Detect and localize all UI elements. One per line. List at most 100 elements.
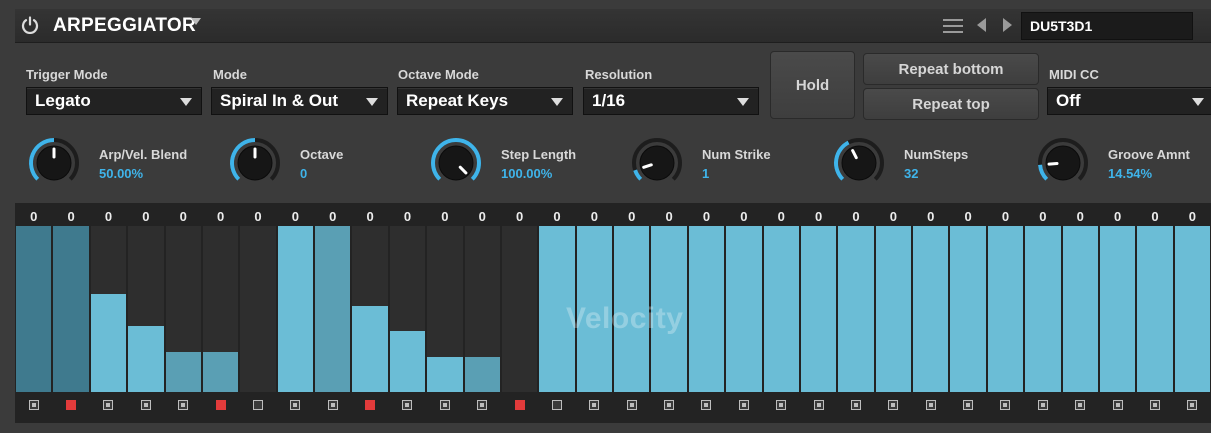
next-arrow-icon[interactable] (1003, 18, 1012, 32)
step-value: 0 (104, 209, 113, 224)
repeat-top-button[interactable]: Repeat top (863, 88, 1039, 120)
octave-mode-dropdown[interactable]: Repeat Keys (397, 87, 573, 115)
trigger-mode-dropdown[interactable]: Legato (26, 87, 202, 115)
velocity-step[interactable] (202, 226, 239, 392)
step-value: 0 (777, 209, 785, 224)
knob-numstrike[interactable] (631, 137, 683, 189)
step-gate-toggle[interactable] (1037, 400, 1048, 410)
step-gate-toggle[interactable] (439, 400, 450, 410)
step-gate-toggle[interactable] (140, 400, 151, 410)
velocity-step[interactable] (389, 226, 426, 392)
step-value: 0 (329, 209, 337, 224)
mode-value: Spiral In & Out (220, 91, 339, 110)
velocity-bar (352, 306, 388, 392)
knob-arpvel[interactable] (28, 137, 80, 189)
step-gate-toggle[interactable] (402, 400, 413, 410)
velocity-step[interactable] (240, 226, 276, 392)
step-gate-toggle[interactable] (888, 400, 899, 410)
step-gate-toggle[interactable] (925, 400, 936, 410)
step-gate-toggle[interactable] (215, 400, 226, 410)
step-gate-toggle[interactable] (1149, 400, 1160, 410)
step-gate-toggle[interactable] (477, 400, 488, 410)
step-value: 0 (1076, 209, 1084, 224)
velocity-step[interactable] (1062, 226, 1098, 392)
step-gate-toggle[interactable] (551, 400, 562, 410)
octave-mode-label: Octave Mode (398, 67, 479, 82)
step-value: 0 (553, 209, 561, 224)
velocity-bar (1099, 226, 1136, 392)
velocity-step[interactable] (800, 226, 837, 392)
step-value: 0 (852, 209, 860, 224)
velocity-step[interactable] (277, 226, 313, 392)
step-gate-toggle[interactable] (850, 400, 861, 410)
knob-groove[interactable] (1037, 137, 1089, 189)
velocity-step[interactable] (688, 226, 725, 392)
step-gate-toggle[interactable] (626, 400, 637, 410)
velocity-step[interactable] (315, 226, 351, 392)
velocity-step[interactable] (352, 226, 388, 392)
knob-numsteps[interactable] (833, 137, 885, 189)
hold-button[interactable]: Hold (770, 51, 855, 119)
mode-dropdown[interactable]: Spiral In & Out (211, 87, 388, 115)
velocity-step[interactable] (726, 226, 762, 392)
velocity-step[interactable] (875, 226, 911, 392)
preset-selector[interactable]: DU5T3D1 (1021, 12, 1193, 40)
resolution-value: 1/16 (592, 91, 626, 110)
velocity-step[interactable] (128, 226, 164, 392)
resolution-dropdown[interactable]: 1/16 (583, 87, 759, 115)
midi-cc-dropdown[interactable]: Off (1047, 87, 1211, 115)
step-value: 0 (1151, 209, 1159, 224)
velocity-step[interactable] (1174, 226, 1210, 392)
step-gate-toggle[interactable] (514, 400, 525, 410)
step-value: 0 (30, 209, 38, 224)
chevron-down-icon[interactable] (191, 18, 201, 25)
velocity-step[interactable] (838, 226, 874, 392)
step-gate-toggle[interactable] (664, 400, 675, 410)
step-gate-toggle[interactable] (963, 400, 974, 410)
knob-octave[interactable] (229, 137, 281, 189)
velocity-step[interactable] (950, 226, 986, 392)
step-gate-toggle[interactable] (1075, 400, 1086, 410)
step-gate-toggle[interactable] (103, 400, 114, 410)
step-gate-toggle[interactable] (1187, 400, 1198, 410)
velocity-step[interactable] (427, 226, 463, 392)
step-gate-toggle[interactable] (589, 400, 600, 410)
knob-steplen[interactable] (430, 137, 482, 189)
velocity-bar (913, 226, 949, 392)
step-gate-toggle[interactable] (365, 400, 376, 410)
power-icon[interactable] (21, 16, 39, 34)
velocity-bar (128, 326, 164, 392)
step-gate-toggle[interactable] (1000, 400, 1011, 410)
step-value: 0 (142, 209, 150, 224)
velocity-step[interactable] (53, 226, 89, 392)
velocity-step[interactable] (763, 226, 799, 392)
step-gate-toggle[interactable] (252, 400, 263, 410)
velocity-step[interactable] (165, 226, 201, 392)
velocity-step[interactable] (501, 226, 538, 392)
velocity-step[interactable] (464, 226, 500, 392)
step-gate-toggle[interactable] (1112, 400, 1123, 410)
chevron-down-icon (737, 98, 749, 106)
repeat-bottom-button[interactable]: Repeat bottom (863, 53, 1039, 85)
step-gate-toggle[interactable] (290, 400, 301, 410)
step-gate-toggle[interactable] (776, 400, 787, 410)
velocity-step[interactable] (16, 226, 52, 392)
velocity-step[interactable] (1025, 226, 1061, 392)
step-gate-toggle[interactable] (28, 400, 39, 410)
step-gate-toggle[interactable] (178, 400, 189, 410)
step-gate-toggle[interactable] (66, 400, 77, 410)
velocity-step[interactable] (913, 226, 949, 392)
velocity-step[interactable] (90, 226, 127, 392)
hamburger-menu-icon[interactable] (943, 19, 963, 33)
velocity-step[interactable] (1099, 226, 1136, 392)
velocity-bar (202, 352, 239, 392)
velocity-step[interactable] (987, 226, 1024, 392)
step-gate-toggle[interactable] (738, 400, 749, 410)
velocity-watermark: Velocity (566, 302, 684, 335)
step-gate-toggle[interactable] (327, 400, 338, 410)
velocity-bar (1062, 226, 1098, 392)
step-gate-toggle[interactable] (813, 400, 824, 410)
prev-arrow-icon[interactable] (977, 18, 986, 32)
step-gate-toggle[interactable] (701, 400, 712, 410)
velocity-step[interactable] (1137, 226, 1173, 392)
